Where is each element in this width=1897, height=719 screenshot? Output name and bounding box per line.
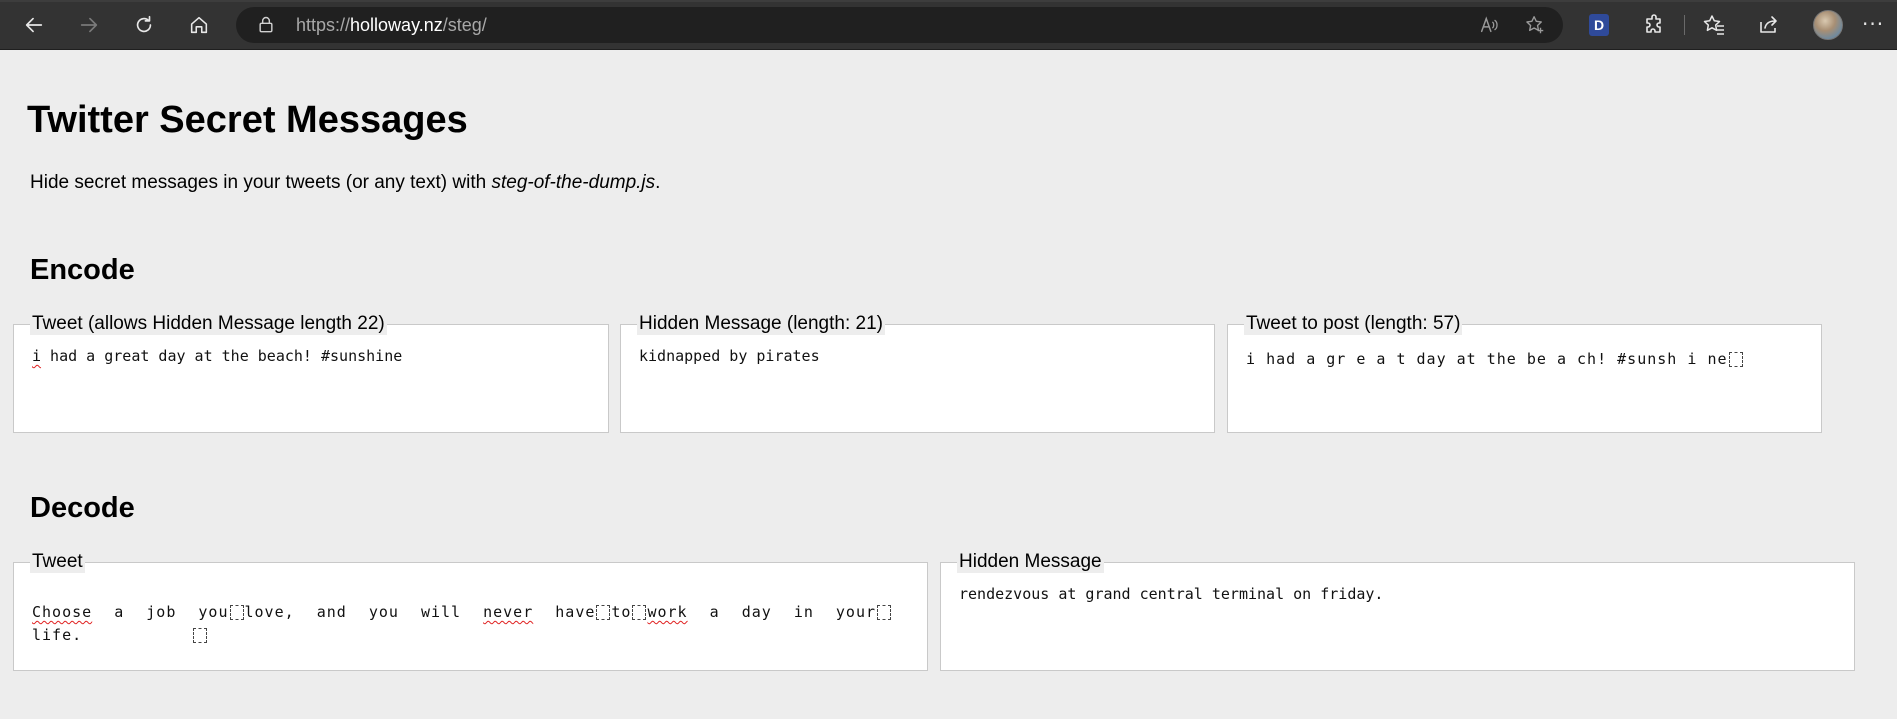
tweet-word: and <box>316 603 347 621</box>
favorites-button[interactable] <box>1702 13 1726 37</box>
back-button[interactable] <box>16 7 52 43</box>
post-word: a <box>1556 350 1567 368</box>
tweet-to-post-output[interactable]: i had a gr e a t day at the be a ch! #su… <box>1246 335 1803 370</box>
tweet-word: in <box>793 603 814 621</box>
extensions-button[interactable] <box>1643 13 1667 37</box>
back-icon <box>25 17 43 33</box>
d-extension-icon[interactable]: D <box>1589 14 1609 36</box>
refresh-button[interactable] <box>126 7 162 43</box>
decode-tweet-fieldset: Tweet Choose a job you love, and you will… <box>13 551 928 671</box>
tweet-word: your <box>835 603 877 621</box>
url-host: holloway.nz <box>350 15 443 35</box>
zero-width-char-icon <box>596 605 611 620</box>
favorites-icon <box>1703 15 1724 35</box>
encode-heading: Encode <box>30 254 135 286</box>
decode-tweet-legend: Tweet <box>30 551 85 573</box>
forward-button[interactable] <box>71 7 107 43</box>
tweet-word: day <box>741 603 772 621</box>
library-name: steg-of-the-dump.js <box>491 172 656 193</box>
home-icon <box>190 16 208 34</box>
url-path: /steg/ <box>442 15 487 35</box>
read-aloud-icon[interactable] <box>1478 14 1500 36</box>
intro-text: Hide secret messages in your tweets (or … <box>30 170 660 196</box>
encode-tweet-textarea[interactable]: i had a great day at the beach! #sunshin… <box>32 335 590 367</box>
tweet-to-post-legend: Tweet to post (length: 57) <box>1244 313 1463 335</box>
post-word: i <box>1246 350 1257 368</box>
url-text[interactable]: https://holloway.nz/steg/ <box>296 7 487 43</box>
spellcheck-word: never <box>483 603 534 621</box>
encode-tweet-text: had a great day at the beach! #sunshine <box>41 347 403 365</box>
post-word: a <box>1376 350 1387 368</box>
zero-width-char-icon <box>193 628 208 643</box>
tweet-word: will <box>420 603 462 621</box>
post-word: at <box>1456 350 1477 368</box>
zero-width-char-icon <box>229 605 244 620</box>
post-word: had <box>1266 350 1297 368</box>
spellcheck-word: i <box>32 347 42 365</box>
hidden-message-legend: Hidden Message (length: 21) <box>637 313 885 335</box>
share-button[interactable] <box>1757 13 1781 37</box>
tweet-to-post-fieldset: Tweet to post (length: 57) i had a gr e … <box>1227 313 1822 433</box>
tweet-word: have <box>555 603 596 621</box>
encode-tweet-legend: Tweet (allows Hidden Message length 22) <box>30 313 387 335</box>
post-word: e <box>1356 350 1367 368</box>
post-word: be <box>1526 350 1547 368</box>
tweet-word: life. <box>32 626 83 644</box>
decode-tweet-textarea[interactable]: Choose a job you love, and you will never… <box>32 573 909 647</box>
hidden-message-fieldset: Hidden Message (length: 21) kidnapped by… <box>620 313 1215 433</box>
intro-suffix: . <box>655 172 661 193</box>
post-word: a <box>1306 350 1317 368</box>
decoded-message-output[interactable]: rendezvous at grand central terminal on … <box>959 573 1836 605</box>
tweet-word: you <box>198 603 229 621</box>
post-word: gr <box>1326 350 1347 368</box>
decoded-message-legend: Hidden Message <box>957 551 1104 573</box>
address-bar[interactable]: https://holloway.nz/steg/ <box>236 7 1563 43</box>
tweet-word: you <box>368 603 399 621</box>
tweet-word: job <box>146 603 177 621</box>
post-word: t <box>1396 350 1407 368</box>
page-title: Twitter Secret Messages <box>27 99 468 141</box>
zero-width-char-icon <box>1728 352 1743 367</box>
tweet-word: to <box>611 603 632 621</box>
extensions-icon <box>1646 14 1661 33</box>
toolbar-separator <box>1684 15 1685 35</box>
lock-icon[interactable] <box>256 15 276 35</box>
tweet-word: a <box>709 603 720 621</box>
home-button[interactable] <box>181 7 217 43</box>
more-icon[interactable]: ··· <box>1862 12 1884 36</box>
share-icon <box>1760 16 1777 33</box>
tweet-word: love, <box>244 603 295 621</box>
zero-width-char-icon <box>877 605 892 620</box>
post-word: ne <box>1707 350 1728 368</box>
post-word: #sunsh <box>1617 350 1678 368</box>
intro-prefix: Hide secret messages in your tweets (or … <box>30 172 492 193</box>
url-scheme: https:// <box>296 15 351 35</box>
decode-heading: Decode <box>30 492 135 524</box>
decoded-message-text: rendezvous at grand central terminal on … <box>959 585 1384 603</box>
post-word: i <box>1687 350 1698 368</box>
add-favorite-icon[interactable] <box>1524 14 1546 36</box>
hidden-message-text: kidnapped by pirates <box>639 347 820 365</box>
tab-strip-edge <box>0 0 1897 2</box>
zero-width-char-icon <box>632 605 647 620</box>
hidden-message-textarea[interactable]: kidnapped by pirates <box>639 335 1196 367</box>
spellcheck-word: Choose <box>32 603 93 621</box>
encode-tweet-fieldset: Tweet (allows Hidden Message length 22) … <box>13 313 609 433</box>
decoded-message-fieldset: Hidden Message rendezvous at grand centr… <box>940 551 1855 671</box>
forward-icon <box>80 17 98 33</box>
refresh-icon <box>136 15 152 33</box>
browser-toolbar: https://holloway.nz/steg/ D ··· <box>0 0 1897 50</box>
post-word: day <box>1416 350 1447 368</box>
profile-avatar[interactable] <box>1813 10 1843 40</box>
spellcheck-word: work <box>647 603 688 621</box>
tweet-word: a <box>114 603 125 621</box>
post-word: the <box>1486 350 1517 368</box>
post-word: ch! <box>1577 350 1608 368</box>
